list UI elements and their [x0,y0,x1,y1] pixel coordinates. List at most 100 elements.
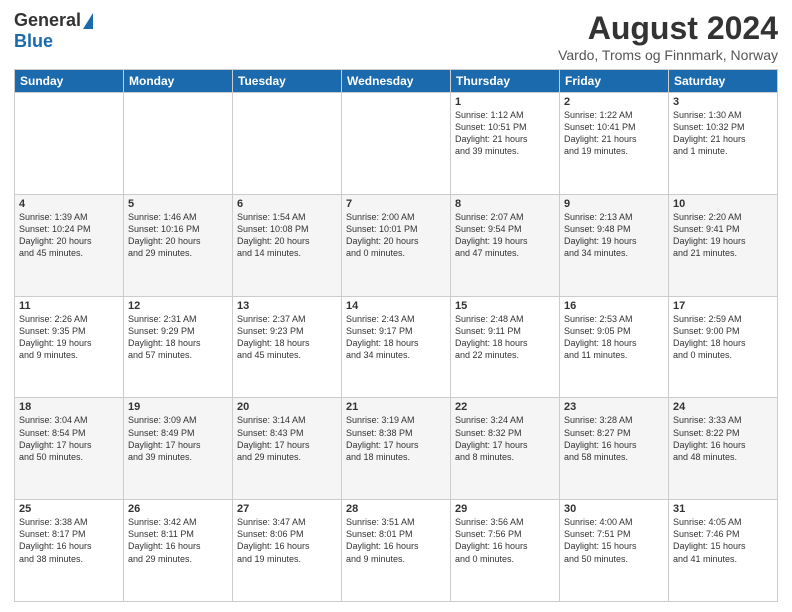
day-cell: 23Sunrise: 3:28 AM Sunset: 8:27 PM Dayli… [560,398,669,500]
calendar-table: Sunday Monday Tuesday Wednesday Thursday… [14,69,778,602]
day-number: 27 [237,503,337,515]
header-monday: Monday [124,70,233,93]
header-wednesday: Wednesday [342,70,451,93]
week-row-1: 1Sunrise: 1:12 AM Sunset: 10:51 PM Dayli… [15,93,778,195]
day-number: 6 [237,198,337,210]
logo-blue: Blue [14,31,53,52]
day-number: 13 [237,300,337,312]
day-info: Sunrise: 3:14 AM Sunset: 8:43 PM Dayligh… [237,414,337,463]
day-info: Sunrise: 3:42 AM Sunset: 8:11 PM Dayligh… [128,516,228,565]
day-info: Sunrise: 2:20 AM Sunset: 9:41 PM Dayligh… [673,211,773,260]
day-cell: 31Sunrise: 4:05 AM Sunset: 7:46 PM Dayli… [669,500,778,602]
logo-text: General [14,10,93,31]
day-cell: 13Sunrise: 2:37 AM Sunset: 9:23 PM Dayli… [233,296,342,398]
day-cell: 28Sunrise: 3:51 AM Sunset: 8:01 PM Dayli… [342,500,451,602]
day-cell: 25Sunrise: 3:38 AM Sunset: 8:17 PM Dayli… [15,500,124,602]
day-cell: 8Sunrise: 2:07 AM Sunset: 9:54 PM Daylig… [451,194,560,296]
header-saturday: Saturday [669,70,778,93]
day-number: 21 [346,401,446,413]
day-info: Sunrise: 4:05 AM Sunset: 7:46 PM Dayligh… [673,516,773,565]
header-thursday: Thursday [451,70,560,93]
day-info: Sunrise: 3:19 AM Sunset: 8:38 PM Dayligh… [346,414,446,463]
day-number: 7 [346,198,446,210]
day-cell: 17Sunrise: 2:59 AM Sunset: 9:00 PM Dayli… [669,296,778,398]
day-number: 25 [19,503,119,515]
day-info: Sunrise: 3:38 AM Sunset: 8:17 PM Dayligh… [19,516,119,565]
day-number: 23 [564,401,664,413]
day-info: Sunrise: 2:59 AM Sunset: 9:00 PM Dayligh… [673,313,773,362]
day-info: Sunrise: 2:37 AM Sunset: 9:23 PM Dayligh… [237,313,337,362]
week-row-4: 18Sunrise: 3:04 AM Sunset: 8:54 PM Dayli… [15,398,778,500]
day-number: 28 [346,503,446,515]
day-cell: 21Sunrise: 3:19 AM Sunset: 8:38 PM Dayli… [342,398,451,500]
day-number: 17 [673,300,773,312]
day-number: 4 [19,198,119,210]
day-number: 9 [564,198,664,210]
day-number: 20 [237,401,337,413]
day-number: 1 [455,96,555,108]
day-number: 29 [455,503,555,515]
day-info: Sunrise: 3:33 AM Sunset: 8:22 PM Dayligh… [673,414,773,463]
day-cell: 16Sunrise: 2:53 AM Sunset: 9:05 PM Dayli… [560,296,669,398]
day-cell: 22Sunrise: 3:24 AM Sunset: 8:32 PM Dayli… [451,398,560,500]
day-cell: 30Sunrise: 4:00 AM Sunset: 7:51 PM Dayli… [560,500,669,602]
header-row: Sunday Monday Tuesday Wednesday Thursday… [15,70,778,93]
day-info: Sunrise: 2:43 AM Sunset: 9:17 PM Dayligh… [346,313,446,362]
logo-general: General [14,10,81,31]
day-cell: 1Sunrise: 1:12 AM Sunset: 10:51 PM Dayli… [451,93,560,195]
day-number: 16 [564,300,664,312]
day-cell: 2Sunrise: 1:22 AM Sunset: 10:41 PM Dayli… [560,93,669,195]
day-cell: 19Sunrise: 3:09 AM Sunset: 8:49 PM Dayli… [124,398,233,500]
day-info: Sunrise: 3:04 AM Sunset: 8:54 PM Dayligh… [19,414,119,463]
page: General Blue August 2024 Vardo, Troms og… [0,0,792,612]
day-number: 26 [128,503,228,515]
day-cell: 26Sunrise: 3:42 AM Sunset: 8:11 PM Dayli… [124,500,233,602]
day-cell: 9Sunrise: 2:13 AM Sunset: 9:48 PM Daylig… [560,194,669,296]
day-info: Sunrise: 1:22 AM Sunset: 10:41 PM Daylig… [564,109,664,158]
day-number: 19 [128,401,228,413]
header-friday: Friday [560,70,669,93]
day-cell: 29Sunrise: 3:56 AM Sunset: 7:56 PM Dayli… [451,500,560,602]
day-info: Sunrise: 3:47 AM Sunset: 8:06 PM Dayligh… [237,516,337,565]
day-cell [342,93,451,195]
calendar-header: Sunday Monday Tuesday Wednesday Thursday… [15,70,778,93]
day-info: Sunrise: 2:53 AM Sunset: 9:05 PM Dayligh… [564,313,664,362]
day-number: 10 [673,198,773,210]
logo-triangle-icon [83,13,93,29]
day-cell: 27Sunrise: 3:47 AM Sunset: 8:06 PM Dayli… [233,500,342,602]
day-cell [124,93,233,195]
day-number: 12 [128,300,228,312]
header-tuesday: Tuesday [233,70,342,93]
day-number: 11 [19,300,119,312]
day-number: 14 [346,300,446,312]
day-info: Sunrise: 2:07 AM Sunset: 9:54 PM Dayligh… [455,211,555,260]
day-cell: 14Sunrise: 2:43 AM Sunset: 9:17 PM Dayli… [342,296,451,398]
day-info: Sunrise: 1:12 AM Sunset: 10:51 PM Daylig… [455,109,555,158]
title-area: August 2024 Vardo, Troms og Finnmark, No… [558,10,778,63]
day-cell: 10Sunrise: 2:20 AM Sunset: 9:41 PM Dayli… [669,194,778,296]
week-row-5: 25Sunrise: 3:38 AM Sunset: 8:17 PM Dayli… [15,500,778,602]
day-info: Sunrise: 2:48 AM Sunset: 9:11 PM Dayligh… [455,313,555,362]
day-number: 30 [564,503,664,515]
day-info: Sunrise: 1:46 AM Sunset: 10:16 PM Daylig… [128,211,228,260]
day-number: 22 [455,401,555,413]
month-title: August 2024 [558,10,778,47]
day-info: Sunrise: 1:39 AM Sunset: 10:24 PM Daylig… [19,211,119,260]
day-number: 3 [673,96,773,108]
week-row-3: 11Sunrise: 2:26 AM Sunset: 9:35 PM Dayli… [15,296,778,398]
day-number: 31 [673,503,773,515]
subtitle: Vardo, Troms og Finnmark, Norway [558,47,778,63]
day-info: Sunrise: 4:00 AM Sunset: 7:51 PM Dayligh… [564,516,664,565]
day-cell: 7Sunrise: 2:00 AM Sunset: 10:01 PM Dayli… [342,194,451,296]
day-cell: 18Sunrise: 3:04 AM Sunset: 8:54 PM Dayli… [15,398,124,500]
day-info: Sunrise: 3:09 AM Sunset: 8:49 PM Dayligh… [128,414,228,463]
day-info: Sunrise: 3:56 AM Sunset: 7:56 PM Dayligh… [455,516,555,565]
day-cell: 20Sunrise: 3:14 AM Sunset: 8:43 PM Dayli… [233,398,342,500]
day-cell: 15Sunrise: 2:48 AM Sunset: 9:11 PM Dayli… [451,296,560,398]
day-info: Sunrise: 3:51 AM Sunset: 8:01 PM Dayligh… [346,516,446,565]
day-info: Sunrise: 3:24 AM Sunset: 8:32 PM Dayligh… [455,414,555,463]
day-info: Sunrise: 3:28 AM Sunset: 8:27 PM Dayligh… [564,414,664,463]
header: General Blue August 2024 Vardo, Troms og… [14,10,778,63]
day-info: Sunrise: 2:26 AM Sunset: 9:35 PM Dayligh… [19,313,119,362]
day-cell: 12Sunrise: 2:31 AM Sunset: 9:29 PM Dayli… [124,296,233,398]
